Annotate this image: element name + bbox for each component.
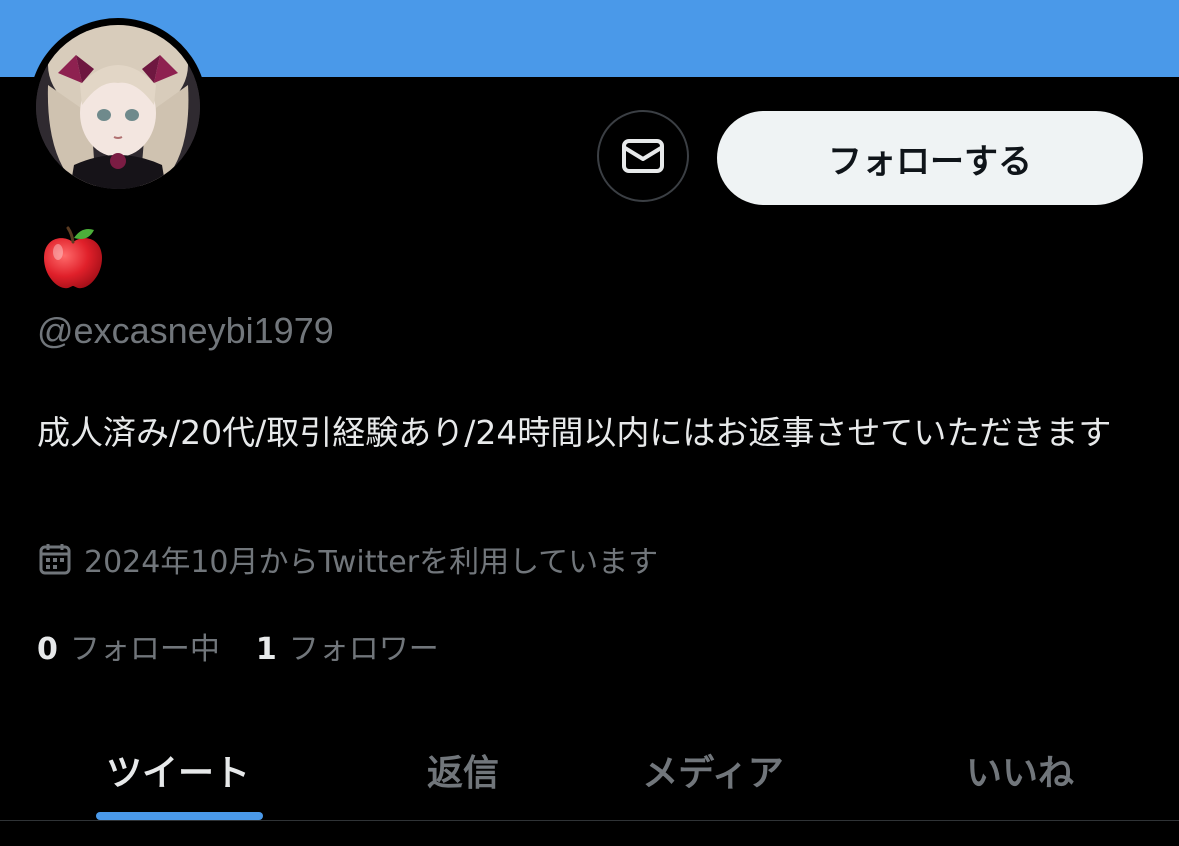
joined-date: 2024年10月からTwitterを利用しています [38, 537, 658, 581]
tab-media-label: メディア [642, 753, 784, 794]
profile-handle: @excasneybi1979 [37, 310, 334, 351]
follow-button[interactable]: フォローする [717, 111, 1143, 205]
tab-replies[interactable]: 返信 [343, 720, 583, 820]
tab-tweets-label: ツイート [105, 753, 250, 794]
display-name [38, 222, 118, 302]
joined-text: 2024年10月からTwitterを利用しています [84, 545, 659, 580]
following-stat[interactable]: 0 フォロー中 [37, 624, 220, 668]
followers-stat[interactable]: 1 フォロワー [256, 624, 439, 668]
following-label: フォロー中 [69, 632, 220, 667]
tab-likes[interactable]: いいね [880, 720, 1160, 820]
follow-button-label: フォローする [828, 141, 1032, 182]
profile-bio: 成人済み/20代/取引経験あり/24時間以内にはお返事させていただきます [37, 413, 1112, 452]
followers-count: 1 [255, 632, 277, 667]
tab-replies-label: 返信 [426, 753, 499, 794]
message-button[interactable] [597, 110, 689, 202]
envelope-icon [622, 139, 664, 173]
tab-likes-label: いいね [965, 753, 1074, 794]
active-tab-indicator [96, 812, 263, 820]
following-count: 0 [37, 632, 58, 667]
tab-tweets[interactable]: ツイート [38, 720, 318, 820]
profile-tabs: ツイート 返信 メディア いいね [0, 720, 1179, 820]
follow-stats: 0 フォロー中 1 フォロワー [37, 624, 439, 668]
tab-media[interactable]: メディア [583, 720, 843, 820]
avatar-image [36, 25, 200, 189]
avatar[interactable] [29, 18, 207, 196]
red-apple-emoji-icon [44, 226, 102, 289]
followers-label: フォロワー [288, 632, 439, 667]
calendar-icon [39, 544, 71, 575]
tabs-divider [0, 820, 1179, 821]
